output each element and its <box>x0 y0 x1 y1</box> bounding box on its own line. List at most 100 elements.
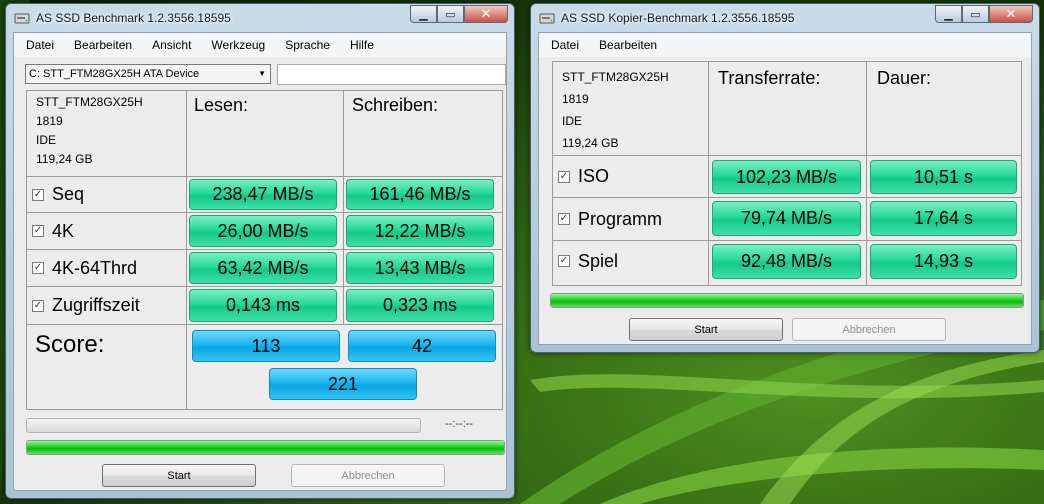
close-icon: ✕ <box>1005 6 1017 21</box>
checkbox-4k[interactable]: ✓ <box>32 225 44 237</box>
window-title: AS SSD Benchmark 1.2.3556.18595 <box>36 11 231 25</box>
copy-benchmark-window: AS SSD Kopier-Benchmark 1.2.3556.18595 ▁… <box>530 3 1040 353</box>
spiel-duration-value: 14,93 s <box>870 244 1017 279</box>
test-label-access-time: Zugriffszeit <box>52 295 140 315</box>
copy-label-iso: ISO <box>578 166 610 186</box>
progress-bar-total <box>26 440 505 455</box>
4k-write-value: 12,22 MB/s <box>346 215 494 247</box>
test-label-4k: 4K <box>52 220 75 241</box>
spiel-rate-value: 92,48 MB/s <box>712 244 861 279</box>
checkbox-programm[interactable]: ✓ <box>558 213 570 225</box>
copy-titlebar[interactable]: AS SSD Kopier-Benchmark 1.2.3556.18595 ▁… <box>531 4 1039 32</box>
score-read-value: 113 <box>192 330 340 362</box>
copy-results-grid: STT_FTM28GX25H 1819 IDE 119,24 GB Transf… <box>552 61 1022 286</box>
device-firmware: 1819 <box>562 92 589 106</box>
minimize-icon: ▁ <box>419 8 428 21</box>
access-write-value: 0,323 ms <box>346 289 494 322</box>
seq-read-value: 238,47 MB/s <box>189 179 337 210</box>
column-read-header: Lesen: <box>194 95 249 115</box>
access-read-value: 0,143 ms <box>189 289 337 322</box>
minimize-button[interactable]: ▁ <box>935 5 962 23</box>
maximize-icon: ▭ <box>445 8 456 21</box>
iso-rate-value: 102,23 MB/s <box>712 160 861 194</box>
device-size: 119,24 GB <box>562 136 619 150</box>
start-button[interactable]: Start <box>629 318 783 341</box>
test-row-access-time[interactable]: ✓ Zugriffszeit <box>32 287 140 324</box>
window-title: AS SSD Kopier-Benchmark 1.2.3556.18595 <box>561 11 795 25</box>
menu-bar: Datei Bearbeiten <box>539 33 1031 57</box>
progress-bar-current <box>26 418 421 433</box>
4k64-read-value: 63,42 MB/s <box>189 252 337 284</box>
test-label-seq: Seq <box>52 184 85 204</box>
copy-progress-bar <box>550 293 1024 308</box>
device-info: STT_FTM28GX25H 1819 IDE 119,24 GB <box>562 66 669 154</box>
device-firmware: 1819 <box>36 114 63 128</box>
test-label-4k-64thrd: 4K-64Thrd <box>52 257 138 278</box>
start-button[interactable]: Start <box>102 464 256 487</box>
test-row-4k-64thrd[interactable]: ✓ 4K-64Thrd <box>32 250 137 286</box>
device-model: STT_FTM28GX25H <box>36 95 143 109</box>
test-row-seq[interactable]: ✓ Seq <box>32 177 84 212</box>
elapsed-time: --:--:-- <box>445 418 474 430</box>
path-input[interactable] <box>277 64 506 85</box>
menu-bearbeiten[interactable]: Bearbeiten <box>62 38 140 52</box>
copy-row-programm[interactable]: ✓ Programm <box>558 198 662 240</box>
menu-hilfe[interactable]: Hilfe <box>338 38 382 52</box>
column-duration-header: Dauer: <box>877 68 932 88</box>
checkbox-4k-64thrd[interactable]: ✓ <box>32 262 44 274</box>
close-icon: ✕ <box>480 6 492 21</box>
drive-select[interactable]: C: STT_FTM28GX25H ATA Device ▼ <box>25 64 271 84</box>
column-transfer-rate-header: Transferrate: <box>718 68 821 88</box>
menu-werkzeug[interactable]: Werkzeug <box>199 38 273 52</box>
device-bus: IDE <box>36 133 57 147</box>
device-size: 119,24 GB <box>36 152 93 166</box>
device-bus: IDE <box>562 114 583 128</box>
cancel-button[interactable]: Abbrechen <box>291 464 445 487</box>
copy-client: Datei Bearbeiten STT_FTM28GX25H 1819 IDE… <box>538 32 1032 345</box>
copy-label-spiel: Spiel <box>578 250 619 271</box>
close-button[interactable]: ✕ <box>464 5 508 23</box>
cancel-button[interactable]: Abbrechen <box>792 318 946 341</box>
benchmark-titlebar[interactable]: AS SSD Benchmark 1.2.3556.18595 ▁ ▭ ✕ <box>6 4 514 32</box>
results-grid: STT_FTM28GX25H 1819 IDE 119,24 GB Lesen:… <box>26 90 503 410</box>
checkbox-seq[interactable]: ✓ <box>32 188 44 201</box>
maximize-icon: ▭ <box>970 8 981 21</box>
maximize-button[interactable]: ▭ <box>962 5 989 23</box>
checkbox-iso[interactable]: ✓ <box>558 170 570 183</box>
4k-read-value: 26,00 MB/s <box>189 215 337 247</box>
score-total-value: 221 <box>269 368 417 400</box>
progress-fill-total <box>27 441 504 454</box>
device-info: STT_FTM28GX25H 1819 IDE 119,24 GB <box>36 93 143 169</box>
chevron-down-icon: ▼ <box>258 69 266 78</box>
programm-duration-value: 17,64 s <box>870 201 1017 236</box>
score-label: Score: <box>35 331 105 358</box>
column-write-header: Schreiben: <box>352 95 439 115</box>
4k64-write-value: 13,43 MB/s <box>346 252 494 284</box>
checkbox-access-time[interactable]: ✓ <box>32 299 44 312</box>
close-button[interactable]: ✕ <box>989 5 1033 23</box>
maximize-button[interactable]: ▭ <box>437 5 464 23</box>
device-model: STT_FTM28GX25H <box>562 70 669 84</box>
menu-bar: Datei Bearbeiten Ansicht Werkzeug Sprach… <box>14 33 506 57</box>
disk-icon <box>539 13 555 24</box>
seq-write-value: 161,46 MB/s <box>346 179 494 210</box>
menu-ansicht[interactable]: Ansicht <box>140 38 199 52</box>
copy-row-iso[interactable]: ✓ ISO <box>558 156 609 197</box>
menu-sprache[interactable]: Sprache <box>273 38 338 52</box>
copy-label-programm: Programm <box>578 208 663 229</box>
checkbox-spiel[interactable]: ✓ <box>558 255 570 267</box>
iso-duration-value: 10,51 s <box>870 160 1017 194</box>
disk-icon <box>14 13 30 24</box>
copy-row-spiel[interactable]: ✓ Spiel <box>558 241 618 281</box>
test-row-4k[interactable]: ✓ 4K <box>32 213 74 249</box>
menu-bearbeiten[interactable]: Bearbeiten <box>587 38 665 52</box>
menu-datei[interactable]: Datei <box>14 38 62 52</box>
benchmark-window: AS SSD Benchmark 1.2.3556.18595 ▁ ▭ ✕ Da… <box>5 3 515 499</box>
programm-rate-value: 79,74 MB/s <box>712 201 861 236</box>
minimize-button[interactable]: ▁ <box>410 5 437 23</box>
benchmark-client: Datei Bearbeiten Ansicht Werkzeug Sprach… <box>13 32 507 491</box>
copy-progress-fill <box>551 294 1023 307</box>
drive-select-value: C: STT_FTM28GX25H ATA Device <box>29 68 200 80</box>
menu-datei[interactable]: Datei <box>539 38 587 52</box>
score-write-value: 42 <box>348 330 496 362</box>
